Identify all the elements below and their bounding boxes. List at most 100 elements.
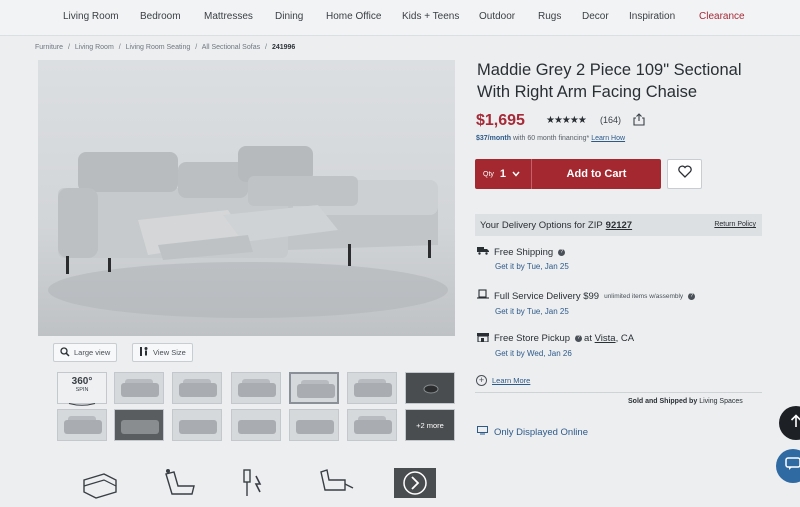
learn-how-link[interactable]: Learn How <box>591 135 625 142</box>
nav-outdoor[interactable]: Outdoor <box>479 11 515 22</box>
thumbnail[interactable] <box>172 372 222 404</box>
quantity-select[interactable]: Qty 1 <box>475 159 532 189</box>
thumbnail[interactable] <box>231 409 281 441</box>
nav-kids-teens[interactable]: Kids + Teens <box>402 11 459 22</box>
breadcrumb-separator: / <box>118 44 121 51</box>
sold-by-label: Sold and Shipped by <box>628 398 698 405</box>
top-navigation: Living Room Bedroom Mattresses Dining Ho… <box>0 0 800 36</box>
nav-bedroom[interactable]: Bedroom <box>140 11 181 22</box>
option-extra: unlimited items w/assembly <box>604 292 684 300</box>
nav-home-office[interactable]: Home Office <box>326 11 381 22</box>
divider <box>475 392 762 393</box>
thumbnail[interactable] <box>347 409 397 441</box>
power-cable-icon[interactable] <box>238 466 268 507</box>
help-icon[interactable]: ? <box>575 335 583 342</box>
view-size-button[interactable]: View Size <box>132 343 193 362</box>
qty-label: Qty <box>483 170 494 178</box>
nav-rugs[interactable]: Rugs <box>538 11 561 22</box>
breadcrumb-current-sku: 241996 <box>271 44 296 51</box>
finance-amount: $37/month <box>476 135 512 142</box>
option-title: Free Store Pickup <box>494 333 571 344</box>
nav-dining[interactable]: Dining <box>275 11 303 22</box>
next-arrow-icon[interactable] <box>394 468 436 503</box>
nav-living-room[interactable]: Living Room <box>63 11 119 22</box>
speaker-detail-icon <box>423 384 439 394</box>
zip-code-link[interactable]: 92127 <box>606 220 632 231</box>
learn-more-link[interactable]: + Learn More <box>476 375 530 386</box>
only-displayed-online: Only Displayed Online <box>477 426 588 438</box>
ruler-person-icon <box>139 346 149 359</box>
only-online-label: Only Displayed Online <box>494 426 588 438</box>
scroll-to-top-button[interactable] <box>779 406 800 440</box>
return-policy-link[interactable]: Return Policy <box>714 221 756 228</box>
delivery-option-full-service: Full Service Delivery $99 unlimited item… <box>477 289 696 316</box>
spin-360-thumbnail[interactable]: 360° SPIN <box>57 372 107 406</box>
option-title: Full Service Delivery $99 <box>494 290 600 302</box>
large-view-button[interactable]: Large view <box>53 343 118 362</box>
chat-icon <box>785 456 800 476</box>
plus-circle-icon: + <box>476 375 487 386</box>
share-icon[interactable] <box>633 113 645 131</box>
option-date: Get it by Tue, Jan 25 <box>495 307 569 316</box>
store-state: , CA <box>615 333 635 344</box>
spin-label: SPIN <box>75 387 89 393</box>
breadcrumb-all-sectional-sofas[interactable]: All Sectional Sofas <box>202 44 260 51</box>
delivery-options-header: Your Delivery Options for ZIP 92127 Retu… <box>475 214 762 236</box>
sofa-feature-icon[interactable] <box>80 466 120 505</box>
review-count[interactable]: (164) <box>600 115 621 125</box>
breadcrumb-living-room-seating[interactable]: Living Room Seating <box>126 44 191 51</box>
more-images-thumbnail[interactable]: +2 more <box>405 409 455 441</box>
spin-number: 360° <box>71 376 93 387</box>
chat-button[interactable] <box>776 449 800 483</box>
option-date: Get it by Wed, Jan 26 <box>495 349 572 358</box>
nav-decor[interactable]: Decor <box>582 11 609 22</box>
thumbnail[interactable] <box>114 409 164 441</box>
more-images-label: +2 more <box>416 420 444 430</box>
thumbnail[interactable] <box>405 372 455 404</box>
breadcrumb-separator: / <box>265 44 267 51</box>
truck-icon <box>477 246 489 258</box>
recliner-feature-icon[interactable] <box>158 466 198 507</box>
store-location-link[interactable]: Vista <box>595 333 616 344</box>
breadcrumb-separator: / <box>67 44 70 51</box>
thumbnail-selected[interactable] <box>289 372 339 404</box>
product-title: Maddie Grey 2 Piece 109" Sectional With … <box>477 61 742 101</box>
nav-inspiration[interactable]: Inspiration <box>629 11 675 22</box>
sold-by-info: Sold and Shipped by Living Spaces <box>628 398 743 405</box>
option-date: Get it by Tue, Jan 25 <box>495 262 569 271</box>
delivery-heading: Your Delivery Options for ZIP <box>480 219 603 231</box>
help-icon[interactable]: ? <box>558 248 566 256</box>
thumbnail[interactable] <box>289 409 339 441</box>
add-to-cart-button[interactable]: Add to Cart <box>532 159 661 189</box>
product-price: $1,695 <box>476 112 525 129</box>
thumbnail[interactable] <box>172 409 222 441</box>
financing-info: $37/month with 60 month financing* Learn… <box>476 135 625 142</box>
thumbnail[interactable] <box>114 372 164 404</box>
chevron-down-icon <box>512 170 520 179</box>
nav-clearance[interactable]: Clearance <box>699 11 745 22</box>
breadcrumb-separator: / <box>195 44 198 51</box>
thumbnail[interactable] <box>57 409 107 441</box>
finance-text: with 60 month financing* <box>512 135 590 142</box>
breadcrumb: Furniture / Living Room / Living Room Se… <box>35 44 298 51</box>
delivery-option-store-pickup: Free Store Pickup ? at Vista, CA Get it … <box>477 332 634 358</box>
delivery-option-free-shipping: Free Shipping ? Get it by Tue, Jan 25 <box>477 246 569 271</box>
breadcrumb-living-room[interactable]: Living Room <box>75 44 114 51</box>
chair-feature-icon[interactable] <box>315 466 355 505</box>
thumbnail[interactable] <box>231 372 281 404</box>
view-size-label: View Size <box>153 348 186 357</box>
delivery-box-icon <box>477 289 489 303</box>
qty-value: 1 <box>499 168 507 180</box>
rating-stars[interactable]: ★★★★★ <box>546 115 587 126</box>
help-icon[interactable]: ? <box>688 292 696 300</box>
main-product-image[interactable] <box>38 60 455 336</box>
wishlist-button[interactable] <box>667 159 702 189</box>
breadcrumb-furniture[interactable]: Furniture <box>35 44 63 51</box>
option-title: Free Shipping <box>494 246 554 258</box>
arrow-up-icon <box>790 413 800 433</box>
thumbnail[interactable] <box>347 372 397 404</box>
sectional-sofa-illustration <box>48 146 448 318</box>
cart-bar: Qty 1 Add to Cart <box>475 159 661 189</box>
nav-mattresses[interactable]: Mattresses <box>204 11 253 22</box>
spin-arrow-icon <box>68 403 96 406</box>
